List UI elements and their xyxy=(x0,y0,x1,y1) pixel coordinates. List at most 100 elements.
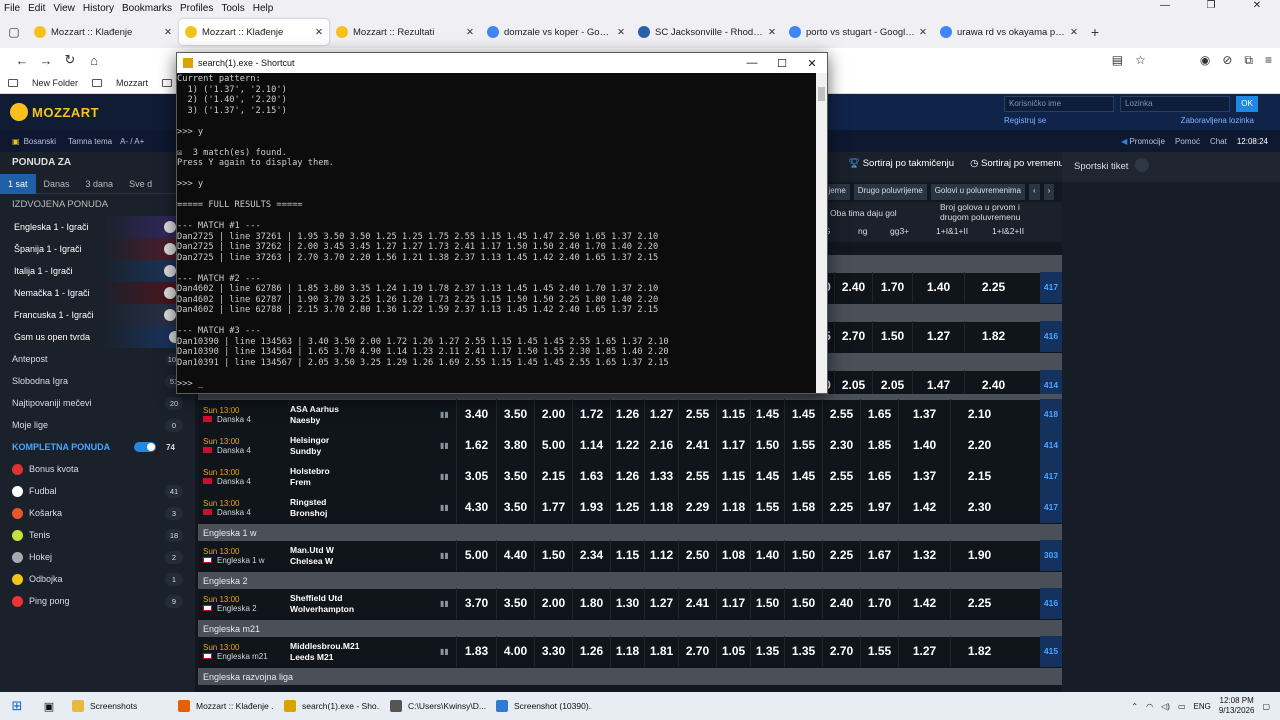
more-markets-count[interactable]: 416 xyxy=(1040,588,1062,619)
odd-cell[interactable]: 1.17 xyxy=(716,430,750,461)
odd-cell[interactable]: 1.40 xyxy=(912,272,964,303)
match-teams[interactable]: Helsingor Sundby xyxy=(290,435,440,457)
more-markets-count[interactable]: 417 xyxy=(1040,272,1062,303)
tab-close-icon[interactable]: ✕ xyxy=(466,27,474,38)
match-row[interactable]: 02.401.701.402.25 417 xyxy=(820,272,1062,304)
day-tab[interactable]: Danas xyxy=(36,174,78,194)
odd-cell[interactable]: 1.25 xyxy=(610,492,644,523)
battery-icon[interactable]: ▭ xyxy=(1178,702,1186,711)
match-teams[interactable]: ASA Aarhus Naesby xyxy=(290,404,440,426)
odd-cell[interactable]: 2.70 xyxy=(834,321,872,352)
day-tab[interactable]: 3 dana xyxy=(78,174,122,194)
odd-cell[interactable]: 2.41 xyxy=(678,588,716,619)
market-filter-tab[interactable]: Golovi u poluvremenima xyxy=(930,184,1025,200)
full-offer-toggle[interactable] xyxy=(134,442,157,452)
console-minimize-icon[interactable]: — xyxy=(737,57,767,70)
odd-cell[interactable]: 1.50 xyxy=(534,540,572,571)
odd-cell[interactable]: 1.55 xyxy=(860,636,898,667)
odd-cell[interactable]: 1.22 xyxy=(610,430,644,461)
console-scrollbar[interactable] xyxy=(816,73,827,393)
odd-cell[interactable]: 1.26 xyxy=(610,461,644,492)
odd-cell[interactable]: 1.90 xyxy=(950,540,1008,571)
start-icon[interactable]: ⊞ xyxy=(0,698,34,714)
odd-cell[interactable]: 3.40 xyxy=(456,399,496,430)
featured-league[interactable]: Gsm us open tvrda2 xyxy=(10,326,195,348)
odd-cell[interactable]: 1.15 xyxy=(610,540,644,571)
match-row[interactable]: Sun 13:00 Engleska 1 w Man.Utd W Chelsea W ▮… xyxy=(198,540,1062,572)
odd-cell[interactable]: 2.30 xyxy=(950,492,1008,523)
odd-cell[interactable]: 1.45 xyxy=(750,461,784,492)
odd-cell[interactable]: 3.70 xyxy=(456,588,496,619)
menu-edit[interactable]: Edit xyxy=(28,3,45,14)
odd-cell[interactable]: 1.50 xyxy=(784,540,822,571)
odd-cell[interactable]: 1.58 xyxy=(784,492,822,523)
sidebar-item[interactable]: Slobodna Igra 51 xyxy=(0,370,195,392)
odd-cell[interactable]: 4.00 xyxy=(496,636,534,667)
tab-close-icon[interactable]: ✕ xyxy=(315,27,323,38)
odd-cell[interactable]: 2.55 xyxy=(678,399,716,430)
odd-cell[interactable]: 3.05 xyxy=(456,461,496,492)
odd-cell[interactable]: 1.62 xyxy=(456,430,496,461)
stats-icon[interactable]: ▮▮ xyxy=(440,647,456,656)
console-maximize-icon[interactable]: ☐ xyxy=(767,57,797,70)
odd-cell[interactable]: 2.41 xyxy=(678,430,716,461)
bookmark-item[interactable]: Mozzart xyxy=(92,78,148,88)
home-icon[interactable]: ⌂ xyxy=(82,53,106,68)
reload-icon[interactable]: ↻ xyxy=(58,52,82,68)
sort-by-time[interactable]: ◷ Sortiraj po vremenu xyxy=(970,158,1064,169)
odd-cell[interactable]: 1.26 xyxy=(572,636,610,667)
odd-cell[interactable]: 2.00 xyxy=(534,399,572,430)
odd-cell[interactable]: 1.42 xyxy=(898,492,950,523)
taskbar-app[interactable]: Screenshot (10390).... xyxy=(488,692,592,720)
taskbar-app[interactable]: Screenshots xyxy=(64,692,168,720)
match-teams[interactable]: Ringsted Bronshoj xyxy=(290,497,440,519)
tab-close-icon[interactable]: ✕ xyxy=(768,27,776,38)
odd-cell[interactable]: 1.14 xyxy=(572,430,610,461)
menu-icon[interactable]: ≡ xyxy=(1265,53,1272,68)
odd-cell[interactable]: 1.40 xyxy=(898,430,950,461)
odd-cell[interactable]: 2.55 xyxy=(822,461,860,492)
odd-cell[interactable]: 3.50 xyxy=(496,492,534,523)
odd-cell[interactable]: 1.50 xyxy=(750,430,784,461)
odd-cell[interactable]: 2.40 xyxy=(834,272,872,303)
more-markets-count[interactable]: 417 xyxy=(1040,492,1062,523)
stats-icon[interactable]: ▮▮ xyxy=(440,441,456,450)
new-tab-icon[interactable]: + xyxy=(1085,24,1105,40)
theme-toggle[interactable]: Tamna tema xyxy=(68,137,112,146)
menu-profiles[interactable]: Profiles xyxy=(180,3,213,14)
wifi-icon[interactable]: ◠ xyxy=(1146,702,1153,711)
odd-cell[interactable]: 2.15 xyxy=(534,461,572,492)
odd-cell[interactable]: 1.97 xyxy=(860,492,898,523)
tab-list-icon[interactable]: ▢ xyxy=(0,25,28,39)
browser-tab[interactable]: Mozzart :: Rezultati ✕ xyxy=(330,19,480,45)
stats-icon[interactable]: ▮▮ xyxy=(440,551,456,560)
task-view-icon[interactable]: ▣ xyxy=(34,700,64,713)
featured-league[interactable]: Francuska 1 - Igrači20 xyxy=(10,304,195,326)
help-link[interactable]: Pomoć xyxy=(1175,137,1200,146)
featured-league[interactable]: Španija 1 - Igrači33 xyxy=(10,238,195,260)
odd-cell[interactable]: 1.37 xyxy=(898,461,950,492)
chat-link[interactable]: Chat xyxy=(1210,137,1227,146)
odd-cell[interactable]: 1.27 xyxy=(644,588,678,619)
menu-bookmarks[interactable]: Bookmarks xyxy=(122,3,172,14)
account-icon[interactable]: ◉ xyxy=(1200,53,1210,68)
odd-cell[interactable]: 1.70 xyxy=(872,272,912,303)
day-tab[interactable]: 1 sat xyxy=(0,173,36,194)
odd-cell[interactable]: 1.93 xyxy=(572,492,610,523)
odd-cell[interactable]: 1.50 xyxy=(750,588,784,619)
odd-cell[interactable]: 5.00 xyxy=(534,430,572,461)
tray-chevron-icon[interactable]: ⌃ xyxy=(1131,702,1138,711)
odd-cell[interactable]: 2.29 xyxy=(678,492,716,523)
sport-item[interactable]: Fudbal 41 xyxy=(0,480,195,502)
odd-cell[interactable]: 2.15 xyxy=(950,461,1008,492)
featured-league[interactable]: Italija 1 - Igrači45 xyxy=(10,260,195,282)
forward-icon[interactable]: → xyxy=(34,53,58,68)
odd-cell[interactable]: 2.25 xyxy=(822,492,860,523)
odd-cell[interactable]: 1.27 xyxy=(898,636,950,667)
odd-cell[interactable]: 1.26 xyxy=(610,399,644,430)
console-close-icon[interactable]: ✕ xyxy=(797,57,827,70)
keyboard-language[interactable]: ENG xyxy=(1194,702,1211,711)
odd-cell[interactable]: 1.83 xyxy=(456,636,496,667)
odd-cell[interactable]: 1.40 xyxy=(750,540,784,571)
more-markets-count[interactable]: 414 xyxy=(1040,430,1062,461)
